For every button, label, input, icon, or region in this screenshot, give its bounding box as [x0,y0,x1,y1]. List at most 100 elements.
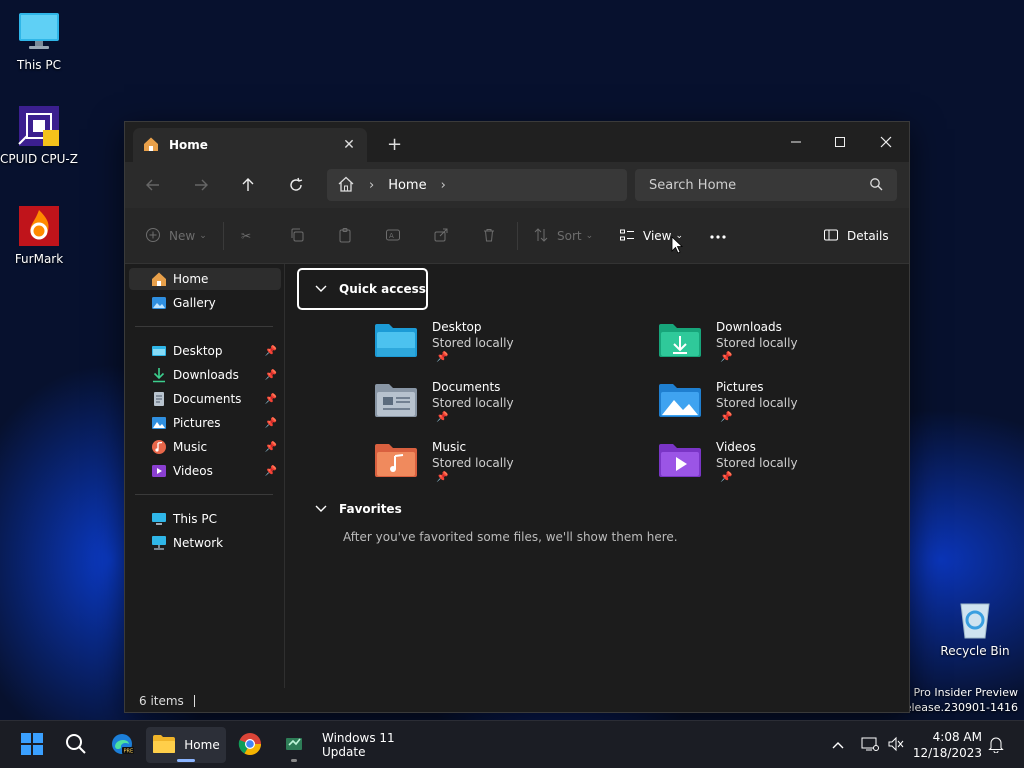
maximize-button[interactable] [817,128,863,156]
favorites-header[interactable]: Favorites [315,502,402,516]
tab-home[interactable]: Home ✕ [133,128,367,162]
sidebar-item-home[interactable]: Home [129,268,281,290]
tab-close-icon[interactable]: ✕ [341,137,357,153]
clock[interactable]: 4:08 AM 12/18/2023 [913,729,982,761]
delete-button[interactable] [481,222,497,250]
watermark-line-2: erelease.230901-1416 [893,701,1018,714]
pin-icon[interactable]: 📌 [265,394,277,405]
taskbar-explorer-button[interactable]: Home [146,727,226,763]
new-button[interactable]: New ⌄ [145,222,207,250]
chevron-right-icon[interactable]: › [441,178,446,193]
folder-tile-desktop[interactable]: Desktop Stored locally 📌 [374,318,624,374]
sidebar-item-label: Videos [173,464,213,478]
breadcrumb-home[interactable]: Home [388,178,426,193]
home-outline-icon[interactable] [337,175,355,196]
music-icon [151,439,167,455]
volume-tray-button[interactable] [884,727,908,763]
share-button[interactable] [433,222,449,250]
rename-icon: A [385,227,401,246]
chevron-down-icon: ⌄ [585,231,594,241]
close-button[interactable] [863,128,909,156]
network-tray-button[interactable] [858,727,882,763]
sidebar-item-documents[interactable]: Documents 📌 [129,388,281,410]
clock-time: 4:08 AM [932,730,982,744]
sidebar-divider [135,326,273,327]
refresh-icon [290,177,303,191]
details-pane-icon [823,227,839,246]
folder-tile-pictures[interactable]: Pictures Stored locally 📌 [658,378,908,434]
minimize-button[interactable] [773,128,819,156]
chrome-button[interactable] [232,727,268,763]
details-button[interactable]: Details [823,222,889,250]
pin-icon[interactable]: 📌 [265,466,277,477]
folder-tile-videos[interactable]: Videos Stored locally 📌 [658,438,908,494]
desktop-icon-recycle-bin[interactable]: Recycle Bin [936,596,1014,658]
new-tab-button[interactable]: + [387,134,402,155]
search-icon[interactable] [869,177,883,194]
sidebar-divider [135,494,273,495]
show-hidden-icons-button[interactable] [826,727,850,763]
svg-text:PRE: PRE [124,748,134,754]
download-arrow-icon [151,367,167,383]
edge-preview-button[interactable]: PRE [104,727,140,763]
taskbar-update-label: Windows 11 Update [322,731,395,759]
sidebar-item-downloads[interactable]: Downloads 📌 [129,364,281,386]
running-indicator [291,759,297,762]
sidebar-item-videos[interactable]: Videos 📌 [129,460,281,482]
sidebar-item-label: Documents [173,392,242,406]
rename-button[interactable]: A [385,222,401,250]
folder-tile-music[interactable]: Music Stored locally 📌 [374,438,624,494]
desktop-icon-cpuz[interactable]: CPUID CPU-Z [0,104,78,166]
paste-button[interactable] [337,222,353,250]
pin-icon[interactable]: 📌 [265,346,277,357]
monitor-icon [17,10,61,54]
sidebar-item-gallery[interactable]: Gallery [129,292,281,314]
sidebar-item-this-pc[interactable]: This PC [129,508,281,530]
pin-icon[interactable]: 📌 [265,370,277,381]
sidebar-item-music[interactable]: Music 📌 [129,436,281,458]
sidebar-item-label: Home [173,272,209,286]
clock-date: 12/18/2023 [912,746,982,760]
search-input[interactable] [649,177,869,193]
chevron-down-icon [315,282,327,296]
search-taskbar-button[interactable] [58,727,94,763]
desktop-icon-this-pc[interactable]: This PC [0,10,78,72]
quick-access-header[interactable]: Quick access [297,268,428,310]
chevron-right-icon[interactable]: › [369,178,374,193]
desktop-icon-furmark[interactable]: FurMark [0,204,78,266]
copy-button[interactable] [289,222,305,250]
sidebar-item-pictures[interactable]: Pictures 📌 [129,412,281,434]
see-more-button[interactable] [709,222,727,250]
pin-icon[interactable]: 📌 [265,442,277,453]
start-button[interactable] [14,727,50,763]
taskbar-update-button[interactable]: Windows 11 Update [276,727,436,763]
update-app-icon [284,734,304,757]
pictures-folder-icon [658,382,702,418]
sidebar-item-label: Gallery [173,296,216,310]
desktop-icon-label: FurMark [14,252,64,266]
cut-button[interactable]: ✂ [241,222,251,250]
search-box[interactable] [635,169,897,201]
folder-tile-downloads[interactable]: Downloads Stored locally 📌 [658,318,908,374]
sidebar-item-network[interactable]: Network [129,532,281,554]
forward-button[interactable] [185,170,217,200]
pin-icon: 📌 [436,352,449,363]
home-icon [151,271,167,287]
sidebar-item-desktop[interactable]: Desktop 📌 [129,340,281,362]
folder-name: Pictures [716,380,764,394]
toolbar-separator [223,222,224,250]
pin-icon[interactable]: 📌 [265,418,277,429]
cpuz-icon [17,104,61,148]
up-button[interactable] [232,170,264,200]
sort-button[interactable]: Sort ⌄ [533,222,593,250]
pin-icon: 📌 [720,352,733,363]
notifications-button[interactable] [984,727,1008,763]
address-bar[interactable]: › Home › [327,169,627,201]
folder-tile-documents[interactable]: Documents Stored locally 📌 [374,378,624,434]
back-button[interactable] [137,170,169,200]
scissors-icon: ✂ [241,229,252,243]
refresh-button[interactable] [280,170,312,200]
edge-icon: PRE [110,732,134,759]
share-icon [433,227,449,246]
sidebar-item-label: Downloads [173,368,239,382]
